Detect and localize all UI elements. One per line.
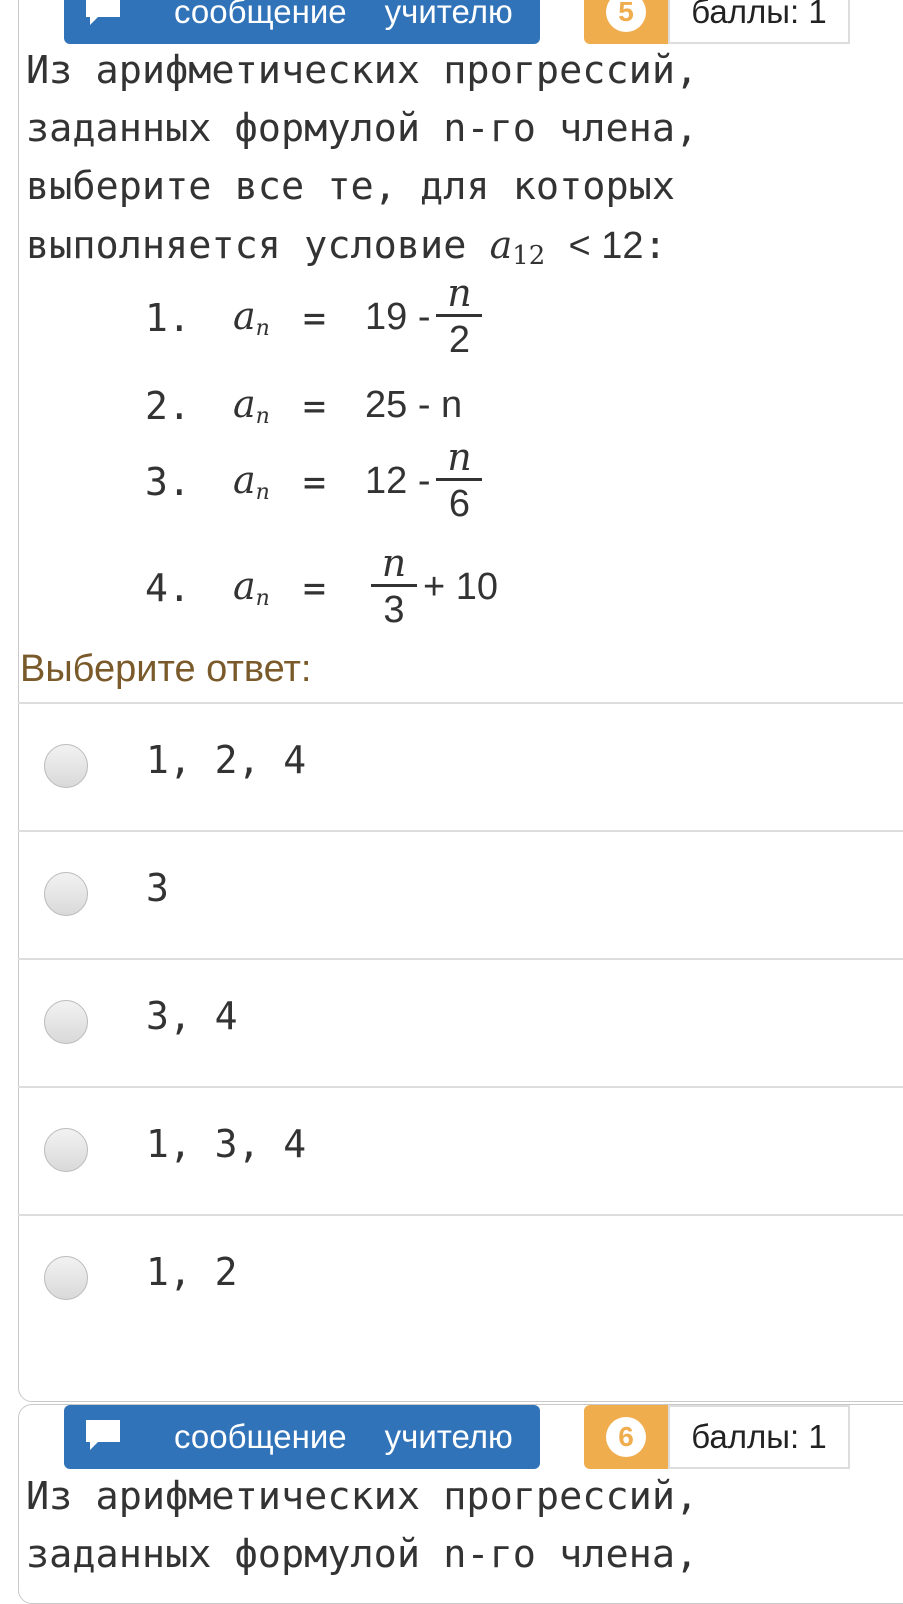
question-text: Из арифметических прогрессий, заданных ф…: [26, 1468, 903, 1584]
answer-option-label[interactable]: 1, 3, 4: [146, 1122, 306, 1166]
message-teacher-button[interactable]: сообщение учителю: [64, 0, 540, 44]
formula-rhs: 12 - n 6: [365, 436, 488, 527]
answer-option[interactable]: 3: [18, 830, 903, 958]
condition-relation: < 12: [568, 225, 644, 267]
formula-rhs-pre: 19 -: [365, 296, 431, 338]
answer-option-label[interactable]: 1, 2: [146, 1250, 238, 1294]
formula-lhs: an: [233, 294, 303, 341]
answer-option[interactable]: 1, 3, 4: [18, 1086, 903, 1214]
condition-term: a12: [489, 223, 546, 271]
answer-option[interactable]: 1, 2, 4: [18, 702, 903, 830]
fraction: n 3: [371, 542, 417, 633]
formula-3: 3. an = 12 - n 6: [145, 436, 488, 527]
condition-index: 12: [512, 241, 546, 271]
question-number-badge: 5: [584, 0, 668, 44]
fraction-numerator: n: [447, 271, 472, 315]
message-teacher-button[interactable]: сообщение учителю: [64, 1405, 540, 1469]
formula-number: 2.: [145, 383, 191, 428]
formula-lhs-index: n: [255, 316, 270, 341]
question-line-3: выберите все те, для которых: [26, 164, 676, 209]
formula-rhs: 19 - n 2: [365, 272, 488, 363]
fraction: n 6: [436, 435, 483, 527]
formula-lhs-index: n: [255, 586, 270, 611]
formula-lhs-symbol: a: [233, 294, 256, 338]
formula-lhs-symbol: a: [233, 382, 256, 426]
score-label: баллы: 1: [668, 1405, 850, 1469]
condition-colon: :: [643, 223, 667, 268]
formula-2: 2. an = 25 - n: [145, 382, 462, 429]
message-button-word1: сообщение: [174, 0, 347, 30]
formula-rhs-pre: 12 -: [365, 460, 431, 502]
formula-number: 3.: [145, 459, 191, 504]
chat-bubble-icon: [86, 0, 120, 25]
radio-button[interactable]: [44, 1128, 88, 1172]
fraction-denominator: 3: [383, 589, 405, 631]
radio-button[interactable]: [44, 872, 88, 916]
formula-lhs: an: [233, 564, 303, 611]
fraction-denominator: 6: [448, 483, 471, 525]
fraction-numerator: n: [381, 541, 407, 585]
message-button-word2: учителю: [384, 1418, 513, 1455]
question-text: Из арифметических прогрессий, заданных ф…: [26, 42, 903, 285]
question-number: 5: [606, 0, 646, 32]
formula-rhs-post: + 10: [423, 566, 499, 608]
formula-rhs: 25 - n: [365, 384, 463, 426]
formula-rhs: n 3 + 10: [365, 542, 498, 633]
formula-lhs-symbol: a: [233, 564, 256, 608]
answer-option-label[interactable]: 1, 2, 4: [146, 738, 306, 782]
condition-symbol: a: [489, 223, 513, 267]
question-line-2: заданных формулой n-го члена,: [26, 1532, 699, 1577]
chat-bubble-icon: [86, 1420, 120, 1450]
formula-equals: =: [303, 383, 326, 428]
formula-equals: =: [303, 565, 326, 610]
fraction-denominator: 2: [448, 319, 471, 361]
formula-lhs-index: n: [255, 480, 270, 505]
formula-lhs: an: [233, 458, 303, 505]
fraction: n 2: [436, 271, 483, 363]
message-button-word1: сообщение: [174, 1418, 347, 1455]
formula-4: 4. an = n 3 + 10: [145, 542, 498, 633]
answer-option[interactable]: 3, 4: [18, 958, 903, 1086]
fraction-numerator: n: [447, 435, 472, 479]
formula-1: 1. an = 19 - n 2: [145, 272, 488, 363]
question-line-1: Из арифметических прогрессий,: [26, 1474, 699, 1519]
radio-button[interactable]: [44, 1256, 88, 1300]
question-line-2: заданных формулой n-го члена,: [26, 106, 699, 151]
score-label: баллы: 1: [668, 0, 850, 44]
formula-equals: =: [303, 459, 326, 504]
condition-lead: выполняется условие: [26, 223, 467, 268]
answer-prompt: Выберите ответ:: [20, 648, 312, 690]
radio-button[interactable]: [44, 1000, 88, 1044]
formula-lhs-symbol: a: [233, 458, 256, 502]
formula-number: 4.: [145, 565, 191, 610]
formula-number: 1.: [145, 295, 191, 340]
message-button-word2: учителю: [384, 0, 513, 30]
answer-option[interactable]: 1, 2: [18, 1214, 903, 1342]
question-line-1: Из арифметических прогрессий,: [26, 48, 699, 93]
formula-lhs-index: n: [255, 404, 270, 429]
formula-lhs: an: [233, 382, 303, 429]
radio-button[interactable]: [44, 744, 88, 788]
question-number: 6: [606, 1417, 646, 1457]
answer-option-label[interactable]: 3: [146, 866, 169, 910]
question-number-badge: 6: [584, 1405, 668, 1469]
answer-option-label[interactable]: 3, 4: [146, 994, 238, 1038]
formula-equals: =: [303, 295, 326, 340]
